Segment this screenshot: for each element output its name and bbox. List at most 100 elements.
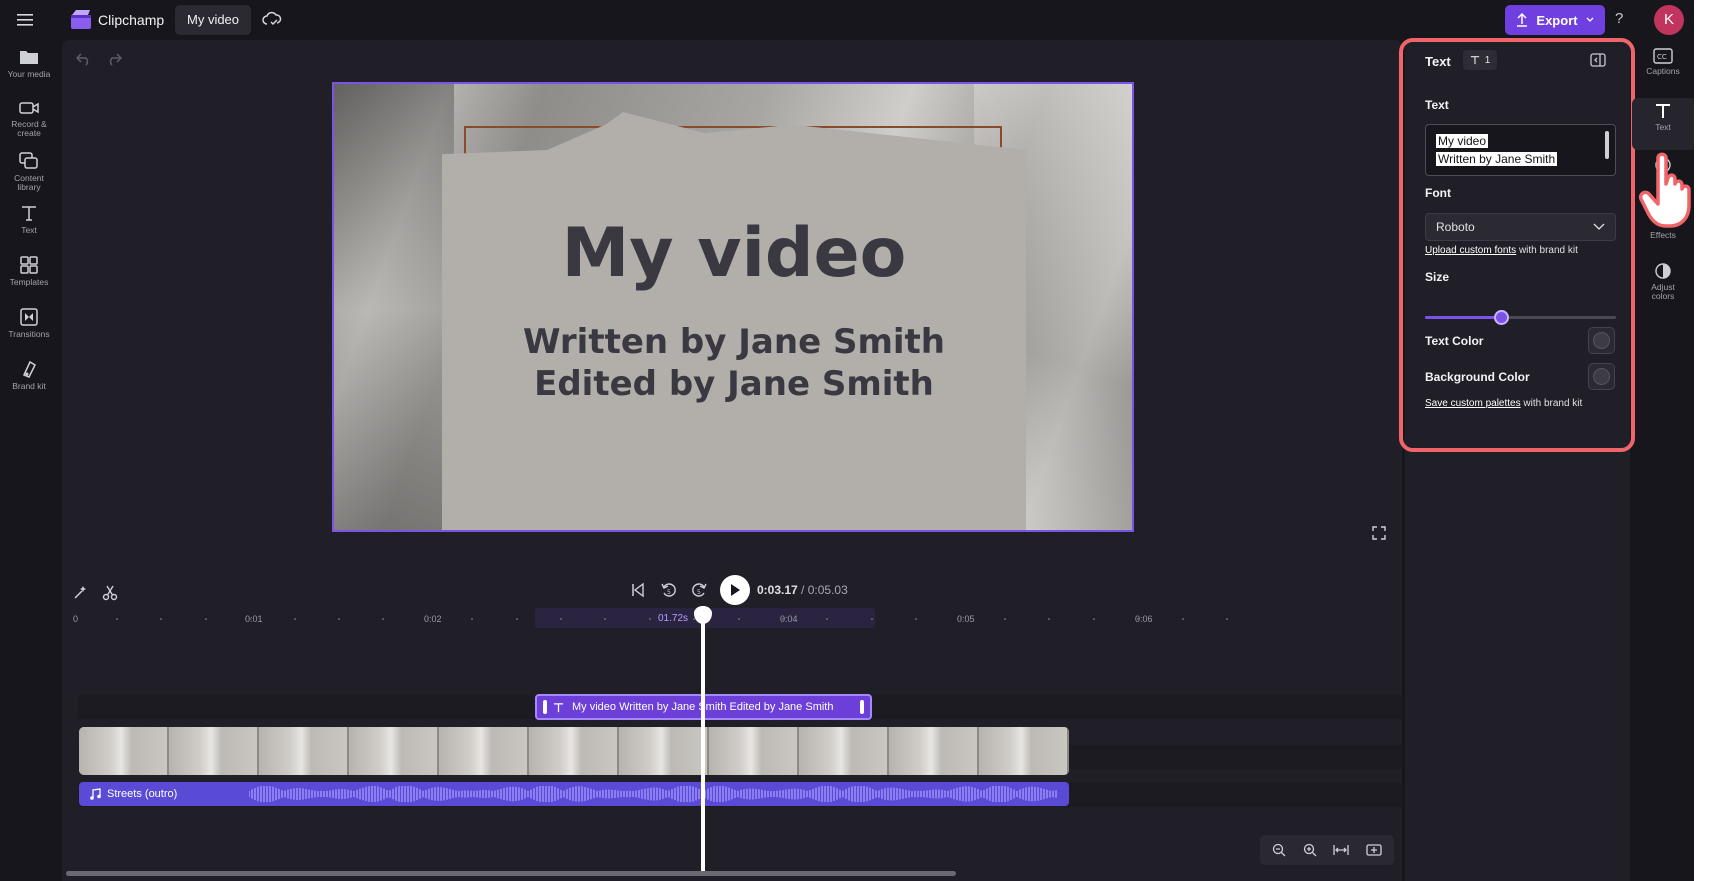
play-button[interactable]: [720, 575, 750, 605]
text-icon: [1656, 104, 1670, 118]
camera-icon: [19, 102, 39, 114]
sidebar-item-label: Templates: [9, 277, 49, 287]
brand-kit-icon: [22, 360, 36, 378]
video-frame-thumbnail: [169, 727, 259, 775]
ruler-dot: [1226, 618, 1228, 620]
video-frame-thumbnail: [529, 727, 619, 775]
library-icon: [19, 152, 38, 169]
ruler-dot: [649, 618, 651, 620]
rail-item-text[interactable]: Text: [1632, 98, 1694, 150]
ruler-dot: [205, 618, 207, 620]
sidebar-item-label: Record & create: [11, 119, 47, 138]
rail-item-label: Effects: [1650, 230, 1676, 240]
ruler-dot: [871, 618, 873, 620]
ruler-dot: [382, 618, 384, 620]
video-frame-thumbnail: [439, 727, 529, 775]
preview-title-text[interactable]: My video: [334, 214, 1132, 293]
ruler-dot: [960, 618, 962, 620]
chevron-down-icon: [1586, 17, 1594, 22]
zoom-in-icon[interactable]: [1303, 843, 1317, 857]
ruler-dot: [1182, 618, 1184, 620]
video-preview[interactable]: My video Written by Jane Smith Edited by…: [332, 82, 1134, 532]
sidebar-item-label: Your media: [7, 69, 51, 79]
preview-credit-line-1[interactable]: Written by Jane Smith: [334, 322, 1132, 362]
video-frame-thumbnail: [709, 727, 799, 775]
ruler-dot: [1137, 618, 1139, 620]
user-avatar[interactable]: K: [1654, 5, 1684, 35]
audio-clip-label: Streets (outro): [107, 788, 178, 800]
rail-item-captions[interactable]: CC Captions: [1632, 44, 1694, 96]
zoom-out-icon[interactable]: [1272, 843, 1286, 857]
sidebar-item-label: Brand kit: [12, 381, 46, 391]
redo-icon[interactable]: [106, 52, 122, 66]
sidebar-item-label: Transitions: [8, 329, 50, 339]
rewind-5-icon[interactable]: 5: [660, 581, 678, 599]
pointer-hand-icon: [1638, 152, 1691, 228]
help-button[interactable]: ?: [1615, 10, 1623, 27]
ruler-tick-label: 0: [73, 614, 79, 624]
svg-text:CC: CC: [1657, 53, 1667, 61]
ruler-tick-label: 0:01: [245, 614, 263, 624]
forward-5-icon[interactable]: 5: [690, 581, 708, 599]
scissors-icon[interactable]: [102, 585, 118, 601]
video-clip[interactable]: [79, 727, 1069, 775]
project-name-tab[interactable]: My video: [175, 5, 252, 35]
folder-icon: [20, 51, 38, 64]
playback-controls: 5 5: [630, 575, 750, 605]
clip-trim-handle-right[interactable]: [860, 700, 864, 714]
sidebar-item-your-media[interactable]: Your media: [0, 44, 58, 96]
add-track-icon[interactable]: [1366, 843, 1382, 857]
audio-waveform: [249, 786, 1057, 802]
total-time: / 0:05.03: [801, 583, 848, 597]
ruler-dot: [338, 618, 340, 620]
ruler-dot: [1048, 618, 1050, 620]
ruler-dot: [1093, 618, 1095, 620]
hamburger-menu-icon[interactable]: [14, 10, 36, 30]
video-frame-thumbnail: [259, 727, 349, 775]
sidebar-item-label: Content library: [14, 173, 44, 192]
sidebar-item-brand-kit[interactable]: Brand kit: [0, 356, 58, 408]
sidebar-item-content-library[interactable]: Content library: [0, 148, 58, 200]
magic-wand-icon[interactable]: [72, 585, 88, 601]
ruler-dot: [116, 618, 118, 620]
rail-item-adjust-colors[interactable]: Adjust colors: [1632, 258, 1694, 310]
panel-highlight-outline: [1399, 38, 1635, 452]
sidebar-item-transitions[interactable]: Transitions: [0, 304, 58, 356]
video-frame-thumbnail: [979, 727, 1069, 775]
audio-clip[interactable]: Streets (outro): [79, 782, 1069, 806]
cloud-sync-icon[interactable]: [262, 10, 284, 30]
fit-to-width-icon[interactable]: [1333, 843, 1349, 857]
play-icon: [731, 584, 740, 596]
skip-to-start-icon[interactable]: [630, 582, 646, 598]
video-frame-thumbnail: [619, 727, 709, 775]
video-frame-thumbnail: [799, 727, 889, 775]
timeline-horizontal-scrollbar[interactable]: [66, 871, 956, 876]
ruler-dot: [604, 618, 606, 620]
preview-credit-line-2[interactable]: Edited by Jane Smith: [334, 364, 1132, 404]
fullscreen-icon[interactable]: [1372, 526, 1386, 540]
clip-trim-handle-left[interactable]: [543, 700, 547, 714]
ruler-dot: [738, 618, 740, 620]
undo-icon[interactable]: [76, 52, 92, 66]
transitions-icon: [20, 308, 38, 326]
left-sidebar: Your media Record & create Content libra…: [0, 40, 58, 881]
rail-item-label: Text: [1655, 122, 1671, 132]
svg-text:5: 5: [667, 589, 671, 596]
ruler-dot: [249, 618, 251, 620]
zoom-controls: [1260, 835, 1394, 865]
clipchamp-editor: Clipchamp My video Export ? K Your media…: [0, 0, 1694, 881]
sidebar-item-label: Text: [21, 225, 37, 235]
ruler-dot: [826, 618, 828, 620]
captions-icon: CC: [1653, 48, 1673, 64]
playhead-time-label: 01.72s: [658, 613, 689, 624]
export-button[interactable]: Export: [1505, 5, 1605, 35]
ruler-dot: [693, 618, 695, 620]
waveform-path: [249, 786, 1057, 802]
sidebar-item-templates[interactable]: Templates: [0, 252, 58, 304]
templates-icon: [20, 256, 38, 274]
playhead[interactable]: [701, 606, 705, 872]
svg-text:5: 5: [697, 589, 701, 596]
sidebar-item-record-create[interactable]: Record & create: [0, 96, 58, 148]
sidebar-item-text[interactable]: Text: [0, 200, 58, 252]
ruler-dot: [294, 618, 296, 620]
